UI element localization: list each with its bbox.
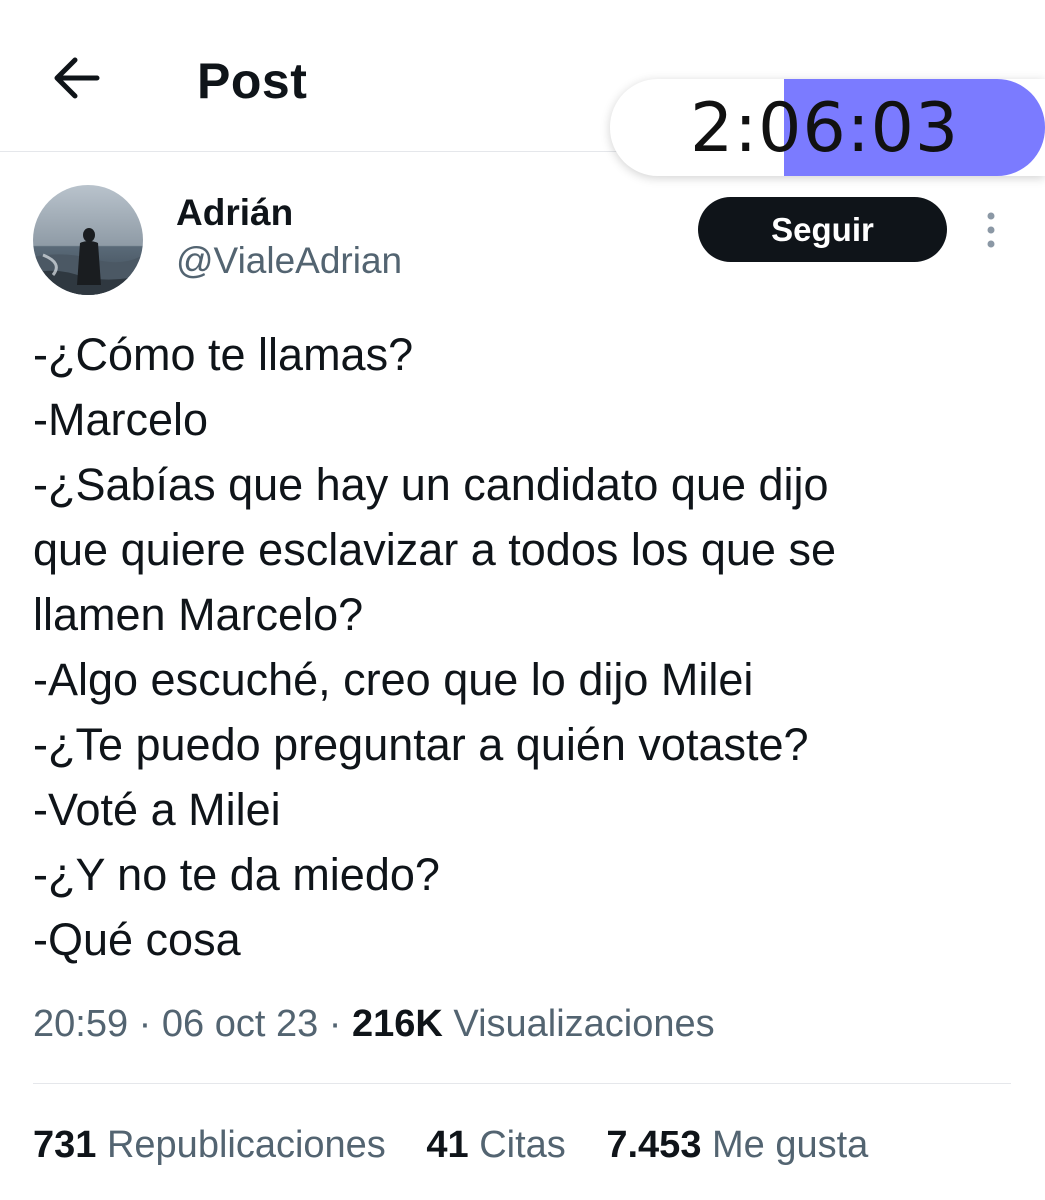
timer-overlay: 2:06:03 — [610, 79, 1045, 176]
reposts-stat[interactable]: 731 Republicaciones — [33, 1124, 386, 1166]
tweet-time[interactable]: 20:59 — [33, 1003, 128, 1045]
divider — [33, 1083, 1011, 1084]
reposts-count: 731 — [33, 1124, 97, 1166]
likes-stat[interactable]: 7.453 Me gusta — [606, 1124, 868, 1166]
views-count: 216K — [352, 1003, 443, 1045]
tweet-text: -¿Cómo te llamas? -Marcelo -¿Sabías que … — [33, 322, 1023, 972]
tweet-line: -¿Te puedo preguntar a quién votaste? — [33, 719, 809, 770]
meta-separator: · — [328, 1003, 342, 1045]
tweet-line: -Voté a Milei — [33, 784, 281, 835]
author-handle[interactable]: @VialeAdrian — [176, 240, 402, 282]
tweet-line: -Marcelo — [33, 394, 209, 445]
timer-display: 2:06:03 — [690, 89, 960, 168]
likes-count: 7.453 — [606, 1124, 702, 1166]
author-name[interactable]: Adrián — [176, 192, 293, 234]
quotes-label: Citas — [479, 1124, 566, 1166]
views-label: Visualizaciones — [453, 1003, 715, 1045]
quotes-count: 41 — [426, 1124, 469, 1166]
tweet-line: -Qué cosa — [33, 914, 241, 965]
tweet-line: -¿Cómo te llamas? — [33, 329, 414, 380]
tweet-line: -¿Sabías que hay un candidato que dijo — [33, 459, 829, 510]
arrow-left-icon — [54, 57, 100, 99]
more-vertical-icon — [987, 212, 995, 248]
avatar-image — [33, 185, 143, 295]
engagement-stats: 731 Republicaciones 41 Citas 7.453 Me gu… — [33, 1124, 898, 1167]
tweet-line: llamen Marcelo? — [33, 589, 364, 640]
tweet-line: -¿Y no te da miedo? — [33, 849, 440, 900]
follow-button[interactable]: Seguir — [698, 197, 947, 262]
quotes-stat[interactable]: 41 Citas — [426, 1124, 565, 1166]
more-options-button[interactable] — [976, 206, 1006, 256]
tweet-line: que quiere esclavizar a todos los que se — [33, 524, 836, 575]
avatar[interactable] — [33, 185, 143, 295]
page-title: Post — [197, 53, 308, 109]
tweet-meta: 20:59 · 06 oct 23 · 216K Visualizaciones — [33, 1003, 715, 1046]
likes-label: Me gusta — [712, 1124, 869, 1166]
tweet-date[interactable]: 06 oct 23 — [162, 1003, 318, 1045]
back-button[interactable] — [48, 50, 104, 106]
meta-separator: · — [138, 1003, 152, 1045]
tweet-line: -Algo escuché, creo que lo dijo Milei — [33, 654, 754, 705]
reposts-label: Republicaciones — [106, 1124, 386, 1166]
